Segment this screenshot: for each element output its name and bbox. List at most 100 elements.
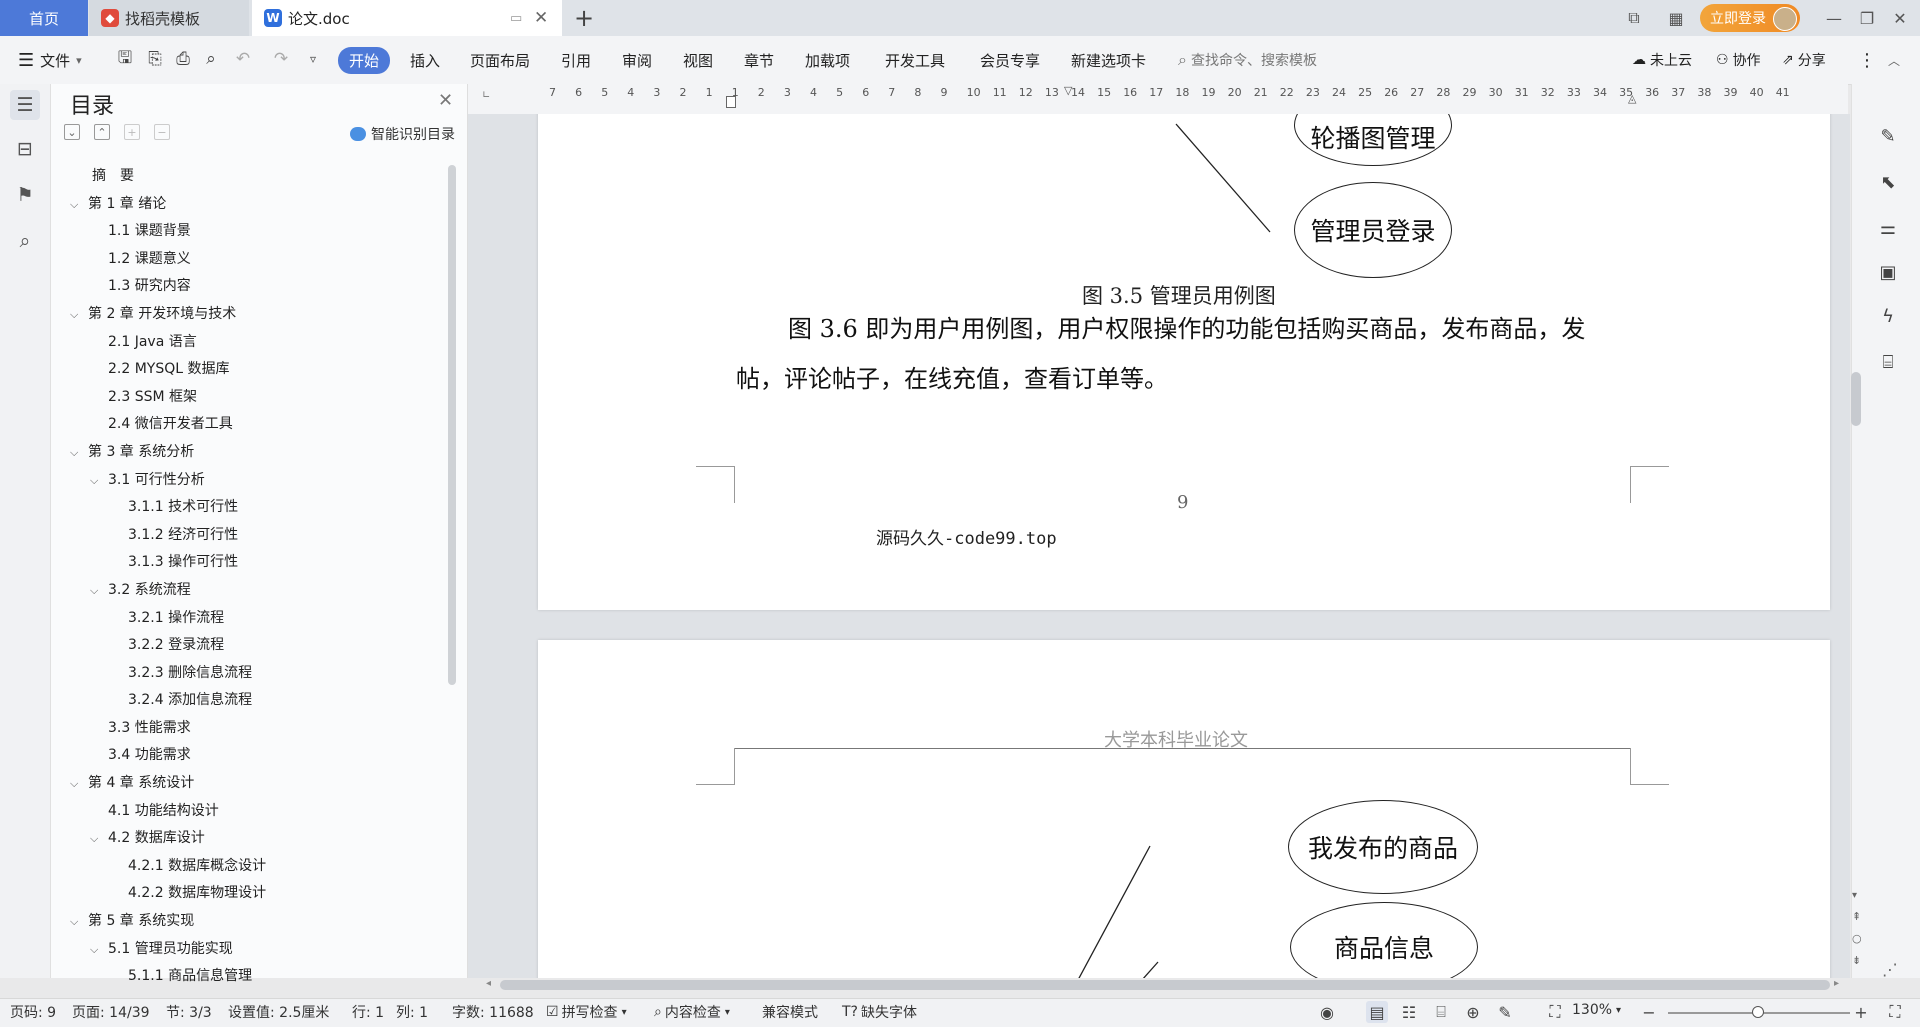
first-line-indent-marker[interactable]: ▽	[1064, 84, 1072, 97]
menu-member[interactable]: 会员专享	[980, 36, 1040, 84]
toc-item[interactable]: 3.1.3 操作可行性	[70, 551, 440, 573]
chevron-down-icon[interactable]: ⌵	[70, 442, 88, 464]
login-button[interactable]: 立即登录	[1700, 4, 1800, 32]
toc-item[interactable]: ⌵ 4.2 数据库设计	[70, 827, 440, 849]
print-preview-icon[interactable]: ⌕	[200, 48, 222, 70]
smart-toc-button[interactable]: 智能识别目录	[350, 124, 455, 144]
toc-item[interactable]: ⌵ 第 2 章 开发环境与技术	[70, 303, 440, 325]
find-icon[interactable]: ⌕	[10, 226, 40, 256]
toc-item[interactable]: 3.2.3 删除信息流程	[70, 662, 440, 684]
toc-item[interactable]: 3.1.2 经济可行性	[70, 524, 440, 546]
menu-home[interactable]: 开始	[338, 36, 391, 84]
toc-expand-all-icon[interactable]: ⌄	[64, 124, 80, 140]
menu-page-layout[interactable]: 页面布局	[470, 36, 530, 84]
close-window-icon[interactable]: ✕	[1888, 6, 1912, 30]
toc-item[interactable]: 1.2 课题意义	[70, 248, 440, 270]
navigation-icon[interactable]: ⊟	[10, 134, 40, 164]
collab-button[interactable]: ⚇ 协作	[1716, 36, 1761, 84]
outline-view-icon[interactable]: ☷	[1398, 1001, 1420, 1023]
toc-item[interactable]: 3.2.2 登录流程	[70, 634, 440, 656]
toc-item[interactable]: 3.4 功能需求	[70, 744, 440, 766]
tab-stop-icon[interactable]: ∟	[482, 90, 490, 101]
scroll-down-icon[interactable]: ▾	[1852, 890, 1857, 901]
apps-grid-icon[interactable]: ▦	[1664, 6, 1688, 30]
zoom-level[interactable]: 130% ▾	[1572, 1002, 1621, 1018]
menu-new-tab[interactable]: 新建选项卡	[1071, 36, 1146, 84]
more-dots-icon[interactable]: ⋰	[1882, 960, 1898, 979]
zoom-out-icon[interactable]: −	[1638, 1001, 1660, 1023]
menu-developer[interactable]: 开发工具	[885, 36, 945, 84]
toc-item[interactable]: 2.1 Java 语言	[70, 331, 440, 353]
vertical-scrollbar[interactable]	[1851, 372, 1861, 426]
minimize-icon[interactable]: —	[1822, 6, 1846, 30]
status-setting[interactable]: 设置值: 2.5厘米	[228, 1002, 329, 1022]
chevron-down-icon[interactable]: ⌵	[70, 194, 88, 216]
print-icon[interactable]: ⎙	[172, 48, 194, 70]
horizontal-scrollbar[interactable]	[500, 980, 1830, 990]
chevron-down-icon[interactable]: ⌵	[90, 939, 108, 961]
sliders-icon[interactable]: ⚌	[1876, 216, 1900, 240]
select-browse-icon[interactable]: ○	[1852, 932, 1862, 945]
command-search[interactable]: ⌕ 查找命令、搜索模板	[1178, 46, 1398, 74]
chevron-down-icon[interactable]: ⌵	[90, 470, 108, 492]
toc-item[interactable]: 4.1 功能结构设计	[70, 800, 440, 822]
eye-protection-icon[interactable]: ◉	[1316, 1001, 1338, 1023]
chevron-down-icon[interactable]: ⌵	[90, 828, 108, 850]
tab-close-icon[interactable]: ✕	[534, 8, 548, 28]
toc-item[interactable]: 摘 要	[70, 165, 440, 187]
status-col[interactable]: 列: 1	[396, 1002, 428, 1022]
toc-add-icon[interactable]: +	[124, 124, 140, 140]
restore-icon[interactable]: ❐	[1855, 6, 1879, 30]
scroll-left-icon[interactable]: ◂	[486, 978, 491, 989]
menu-addins[interactable]: 加载项	[805, 36, 850, 84]
toc-close-icon[interactable]: ✕	[438, 90, 453, 111]
tab-pin-icon[interactable]: ▭	[510, 11, 522, 26]
write-view-icon[interactable]: ✎	[1494, 1001, 1516, 1023]
toc-item[interactable]: 3.1.1 技术可行性	[70, 496, 440, 518]
document-page[interactable]: 大学本科毕业论文 我发布的商品 商品信息	[538, 640, 1830, 978]
fullscreen-icon[interactable]: ⛶	[1884, 1001, 1906, 1023]
content-check-button[interactable]: ⌕ 内容检查 ▾	[654, 1002, 730, 1022]
book-icon[interactable]: ⌸	[1876, 350, 1900, 374]
redo-icon[interactable]: ↷	[270, 48, 292, 70]
tab-document[interactable]: W 论文.doc ▭ ✕	[252, 0, 562, 36]
export-pdf-icon[interactable]: ⎘	[144, 48, 166, 70]
web-view-icon[interactable]: ⊕	[1462, 1001, 1484, 1023]
toc-item[interactable]: 2.3 SSM 框架	[70, 386, 440, 408]
menu-references[interactable]: 引用	[561, 36, 591, 84]
share-button[interactable]: ⇗ 分享	[1782, 36, 1826, 84]
toc-item[interactable]: 5.1.1 商品信息管理	[70, 965, 440, 987]
pen-icon[interactable]: ✎	[1876, 124, 1900, 148]
toc-item[interactable]: ⌵ 第 4 章 系统设计	[70, 772, 440, 794]
toc-item[interactable]: 2.4 微信开发者工具	[70, 413, 440, 435]
status-row[interactable]: 行: 1	[352, 1002, 384, 1022]
status-words[interactable]: 字数: 11688	[452, 1002, 534, 1022]
toc-item[interactable]: 4.2.2 数据库物理设计	[70, 882, 440, 904]
select-cursor-icon[interactable]: ⬉	[1876, 170, 1900, 194]
chevron-down-icon[interactable]: ⌵	[70, 304, 88, 326]
toc-collapse-all-icon[interactable]: ⌃	[94, 124, 110, 140]
menu-review[interactable]: 审阅	[622, 36, 652, 84]
quick-access-more-icon[interactable]: ▿	[302, 48, 324, 70]
status-pages[interactable]: 页面: 14/39	[72, 1002, 150, 1022]
toc-item[interactable]: 3.3 性能需求	[70, 717, 440, 739]
toc-item[interactable]: 3.2.1 操作流程	[70, 607, 440, 629]
fit-page-icon[interactable]: ⛶	[1544, 1001, 1566, 1023]
spell-check-button[interactable]: ☑ 拼写检查 ▾	[546, 1002, 627, 1022]
toc-item[interactable]: 1.1 课题背景	[70, 220, 440, 242]
toc-item[interactable]: 3.2.4 添加信息流程	[70, 689, 440, 711]
status-section[interactable]: 节: 3/3	[166, 1002, 212, 1022]
status-page[interactable]: 页码: 9	[10, 1002, 56, 1022]
zoom-slider-handle[interactable]	[1752, 1006, 1764, 1018]
image-icon[interactable]: ▣	[1876, 260, 1900, 284]
new-tab-icon[interactable]: +	[574, 4, 594, 32]
toc-scrollbar[interactable]	[448, 165, 456, 685]
toc-item[interactable]: 1.3 研究内容	[70, 275, 440, 297]
reading-view-icon[interactable]: ⌸	[1430, 1001, 1452, 1023]
toc-item[interactable]: ⌵ 5.1 管理员功能实现	[70, 938, 440, 960]
right-indent-marker[interactable]: ◬	[1628, 92, 1636, 105]
menu-view[interactable]: 视图	[683, 36, 713, 84]
menu-insert[interactable]: 插入	[410, 36, 440, 84]
menu-chapter[interactable]: 章节	[744, 36, 774, 84]
left-indent-marker[interactable]	[726, 96, 736, 108]
